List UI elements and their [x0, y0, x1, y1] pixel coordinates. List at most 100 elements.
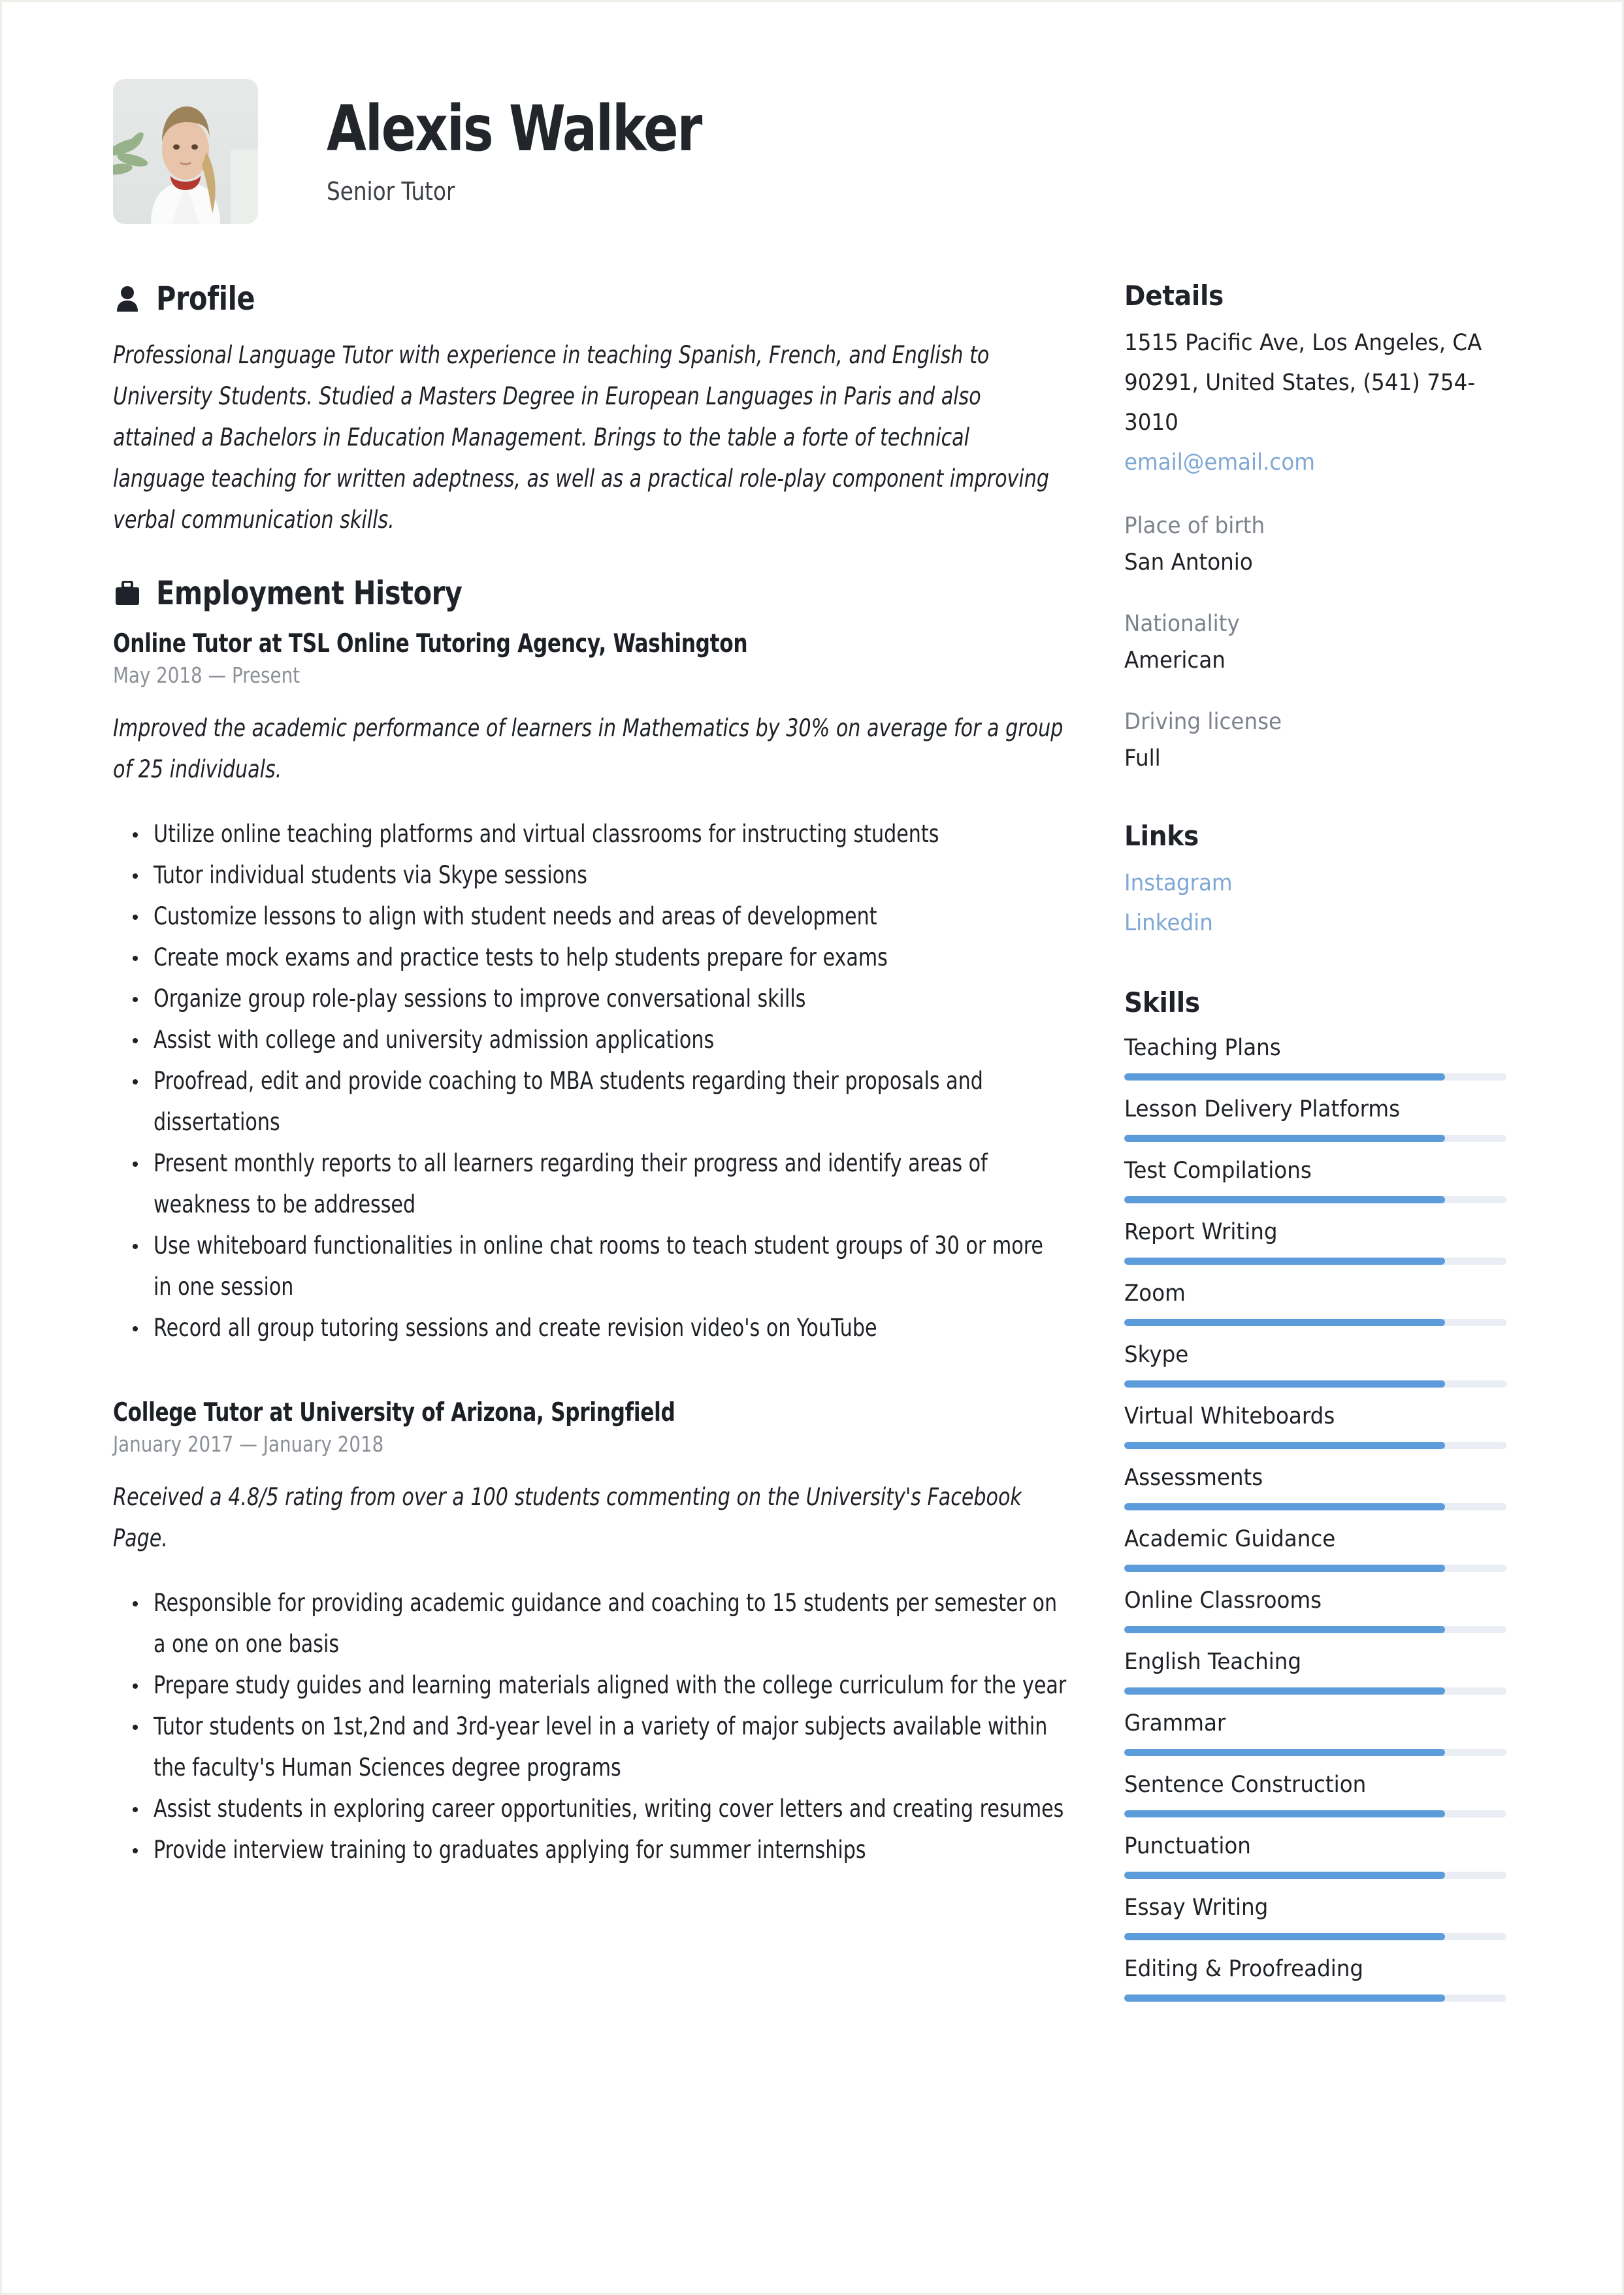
skill-row: Grammar: [1124, 1706, 1516, 1756]
skill-name: Online Classrooms: [1124, 1587, 1322, 1614]
skill-level-track: [1124, 1073, 1506, 1081]
skill-level-fill: [1124, 1626, 1446, 1633]
resume-page: Alexis Walker Senior Tutor Profile Profe…: [0, 0, 1624, 2295]
skill-name: Test Compilations: [1124, 1158, 1312, 1184]
skill-row: Zoom: [1124, 1276, 1516, 1326]
skills-list: Teaching Plans Lesson Delivery Platforms T…: [1124, 1030, 1516, 2002]
skill-name: Zoom: [1124, 1280, 1186, 1307]
link-instagram[interactable]: Instagram: [1124, 864, 1516, 903]
bullet-text: Customize lessons to align with student …: [154, 902, 877, 930]
list-item: Use whiteboard functionalities in online…: [113, 1225, 1067, 1307]
skill-level-fill: [1124, 1196, 1446, 1203]
bullet-text: Provide interview training to graduates …: [154, 1836, 866, 1864]
skill-name: Assessments: [1124, 1465, 1263, 1491]
profile-text: Professional Language Tutor with experie…: [113, 341, 1049, 534]
profile-section-header: Profile: [113, 280, 1067, 317]
skill-level-track: [1124, 1687, 1506, 1695]
employment-entry: College Tutor at University of Arizona, …: [113, 1398, 1067, 1870]
field-label: Nationality: [1124, 611, 1240, 637]
skill-level-track: [1124, 1994, 1506, 2002]
avatar: [113, 79, 258, 224]
list-item: Assist with college and university admis…: [113, 1019, 1067, 1060]
skill-level-track: [1124, 1503, 1506, 1510]
skill-row: Lesson Delivery Platforms: [1124, 1092, 1516, 1142]
bullet-text: Create mock exams and practice tests to …: [154, 943, 888, 971]
list-item: Customize lessons to align with student …: [113, 896, 1067, 937]
skill-row: Test Compilations: [1124, 1153, 1516, 1203]
skill-level-fill: [1124, 1565, 1446, 1572]
detail-field-place-of-birth: Place of birth San Antonio: [1124, 508, 1516, 581]
skill-name: Punctuation: [1124, 1833, 1251, 1859]
skill-level-track: [1124, 1933, 1506, 1940]
job-dates: May 2018 — Present: [113, 662, 300, 688]
employment-section-header: Employment History: [113, 574, 1067, 612]
skill-row: English Teaching: [1124, 1644, 1516, 1695]
skill-level-fill: [1124, 1810, 1446, 1817]
bullet-text: Prepare study guides and learning materi…: [154, 1671, 1067, 1699]
detail-field-nationality: Nationality American: [1124, 606, 1516, 679]
skill-level-fill: [1124, 1258, 1446, 1265]
skill-level-fill: [1124, 1135, 1446, 1142]
job-dates: January 2017 — January 2018: [113, 1431, 384, 1457]
list-item: Utilize online teaching platforms and vi…: [113, 813, 1067, 855]
email-link[interactable]: email@email.com: [1124, 443, 1516, 483]
skill-name: Lesson Delivery Platforms: [1124, 1096, 1401, 1122]
bullet-text: Tutor students on 1st,2nd and 3rd-year l…: [154, 1712, 1048, 1782]
skill-level-fill: [1124, 1319, 1446, 1326]
job-title: Senior Tutor: [327, 177, 455, 206]
skill-name: Editing & Proofreading: [1124, 1956, 1364, 1982]
skill-name: Grammar: [1124, 1710, 1226, 1736]
skill-level-fill: [1124, 1749, 1446, 1756]
skill-row: Essay Writing: [1124, 1890, 1516, 1940]
skill-level-fill: [1124, 1442, 1446, 1449]
person-icon: [113, 284, 142, 314]
field-label: Driving license: [1124, 709, 1282, 735]
list-item: Responsible for providing academic guida…: [113, 1582, 1067, 1665]
details-heading: Details: [1124, 280, 1224, 312]
bullet-text: Assist students in exploring career oppo…: [154, 1795, 1064, 1823]
skill-row: Sentence Construction: [1124, 1767, 1516, 1817]
bullet-text: Use whiteboard functionalities in online…: [154, 1231, 1043, 1301]
bullet-text: Utilize online teaching platforms and vi…: [154, 820, 939, 848]
skill-name: Academic Guidance: [1124, 1526, 1336, 1552]
field-value: Full: [1124, 745, 1161, 772]
job-heading: Online Tutor at TSL Online Tutoring Agen…: [113, 629, 748, 659]
skill-level-track: [1124, 1810, 1506, 1817]
skill-name: Virtual Whiteboards: [1124, 1403, 1335, 1429]
skill-level-fill: [1124, 1380, 1446, 1388]
list-item: Organize group role-play sessions to imp…: [113, 978, 1067, 1019]
skill-level-fill: [1124, 1687, 1446, 1695]
skill-level-track: [1124, 1626, 1506, 1633]
list-item: Create mock exams and practice tests to …: [113, 937, 1067, 978]
field-value: San Antonio: [1124, 549, 1253, 576]
job-bullet-list: Responsible for providing academic guida…: [113, 1582, 1067, 1870]
skill-name: Essay Writing: [1124, 1895, 1269, 1921]
skill-row: Skype: [1124, 1337, 1516, 1388]
skill-row: Assessments: [1124, 1460, 1516, 1510]
links-section: Links Instagram Linkedin: [1124, 820, 1516, 943]
list-item: Proofread, edit and provide coaching to …: [113, 1060, 1067, 1143]
links-heading: Links: [1124, 820, 1199, 852]
skill-level-track: [1124, 1258, 1506, 1265]
job-summary: Received a 4.8/5 rating from over a 100 …: [113, 1483, 1022, 1552]
address-text: 1515 Pacific Ave, Los Angeles, CA 90291,…: [1124, 330, 1482, 436]
skill-name: English Teaching: [1124, 1649, 1302, 1675]
list-item: Record all group tutoring sessions and c…: [113, 1307, 1067, 1348]
skills-section: Skills Teaching Plans Lesson Delivery Pla…: [1124, 986, 1516, 2002]
skill-name: Sentence Construction: [1124, 1772, 1367, 1798]
skill-level-fill: [1124, 1933, 1446, 1940]
skill-row: Report Writing: [1124, 1214, 1516, 1265]
profile-section: Profile Professional Language Tutor with…: [113, 280, 1067, 540]
skill-name: Report Writing: [1124, 1219, 1278, 1245]
link-linkedin[interactable]: Linkedin: [1124, 903, 1516, 943]
skill-row: Editing & Proofreading: [1124, 1951, 1516, 2002]
skill-level-track: [1124, 1196, 1506, 1203]
resume-header: Alexis Walker Senior Tutor: [113, 79, 783, 224]
skill-level-fill: [1124, 1073, 1446, 1081]
skill-level-fill: [1124, 1872, 1446, 1879]
job-bullet-list: Utilize online teaching platforms and vi…: [113, 813, 1067, 1348]
skill-level-track: [1124, 1135, 1506, 1142]
skill-row: Punctuation: [1124, 1829, 1516, 1879]
